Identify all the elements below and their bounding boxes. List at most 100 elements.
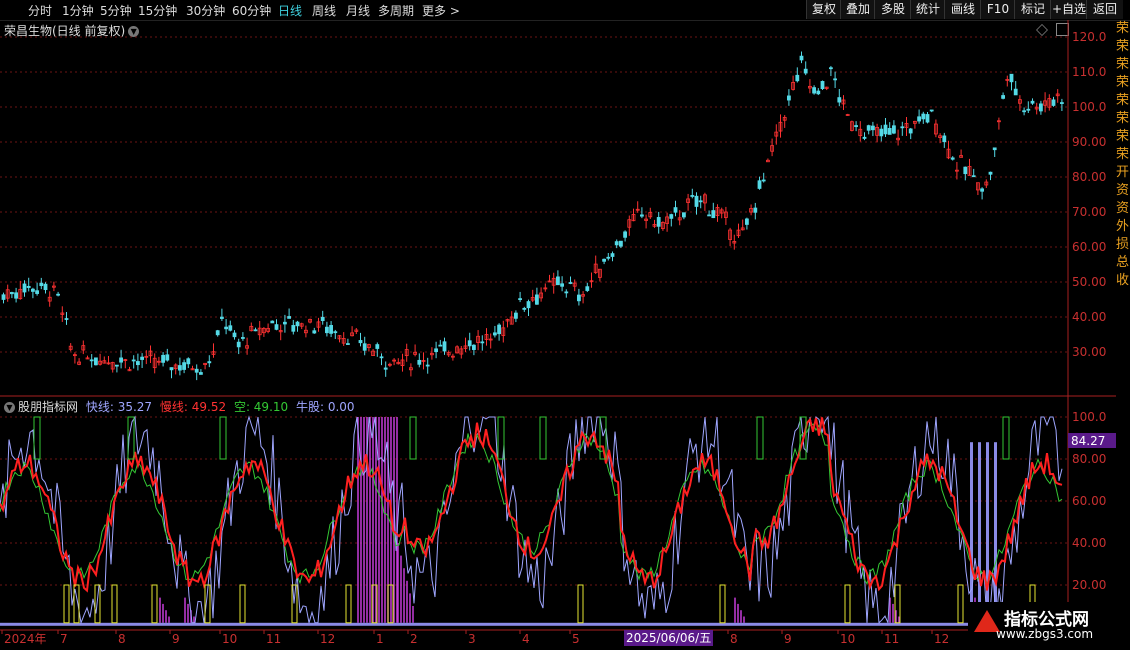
- price-tick-label: 40.00: [1072, 310, 1106, 324]
- candle-body: [698, 200, 703, 203]
- indicator-tick-label: 100.0: [1072, 410, 1106, 424]
- candle-body: [610, 253, 615, 257]
- candle-body: [921, 113, 926, 120]
- x-tick-label: 12: [934, 632, 949, 646]
- candle-body: [169, 367, 174, 371]
- candle-body: [963, 166, 968, 175]
- indicator-tick-label: 20.00: [1072, 578, 1106, 592]
- highlight-date: 2025/06/06/五: [624, 630, 714, 646]
- candle-body: [1022, 110, 1026, 113]
- x-tick-label: 9: [784, 632, 792, 646]
- price-tick-label: 30.00: [1072, 345, 1106, 359]
- candle-body: [1051, 99, 1056, 106]
- x-tick-label: 5: [572, 632, 580, 646]
- candle-body: [438, 344, 443, 347]
- signal-bar: [986, 442, 989, 623]
- indicator-header: ▼ 股朋指标网 快线: 35.27 慢线: 49.52 空: 49.10 牛股: …: [4, 398, 359, 415]
- candle-body: [497, 324, 502, 335]
- candle-body: [925, 114, 930, 123]
- candle-body: [799, 55, 804, 61]
- candle-body: [619, 240, 623, 247]
- candle-body: [992, 147, 997, 151]
- candle-body: [186, 358, 191, 365]
- price-tick-label: 120.0: [1072, 30, 1106, 44]
- candle-body: [535, 294, 539, 305]
- chevron-down-icon[interactable]: ▼: [4, 402, 15, 413]
- candle-body: [89, 359, 94, 362]
- top-signal: [219, 416, 227, 460]
- candle-body: [745, 218, 749, 225]
- top-signal: [756, 416, 764, 460]
- candle-body: [753, 207, 758, 213]
- candle-body: [887, 127, 892, 135]
- x-tick-label: 3: [468, 632, 476, 646]
- price-tick-label: 110.0: [1072, 65, 1106, 79]
- x-tick-label: 8: [118, 632, 126, 646]
- x-tick-label: 8: [730, 632, 738, 646]
- candle-body: [1030, 100, 1035, 104]
- price-tick-label: 70.00: [1072, 205, 1106, 219]
- candle-body: [467, 340, 472, 347]
- indicator-tick-label: 40.00: [1072, 536, 1106, 550]
- candle-body: [614, 241, 619, 246]
- indicator-value-tag-text: 84.27: [1071, 434, 1105, 448]
- candle-body: [270, 320, 275, 324]
- candle-body: [56, 293, 60, 296]
- candle-body: [606, 256, 611, 259]
- candle-body: [1060, 102, 1064, 104]
- candle-body: [795, 74, 800, 82]
- x-tick-label: 11: [266, 632, 281, 646]
- candle-body: [833, 78, 837, 81]
- candle-body: [119, 357, 123, 363]
- price-tick-label: 90.00: [1072, 135, 1106, 149]
- candle-body: [22, 283, 27, 293]
- candle-body: [711, 210, 716, 219]
- chart-area[interactable]: 120.0 110.0 100.0 90.00 80.00 70.00 60.00 50.00…: [0, 0, 1130, 650]
- candle-body: [564, 291, 569, 294]
- candle-body: [115, 364, 119, 367]
- candle-body: [871, 125, 875, 131]
- candle-body: [694, 195, 699, 207]
- bottom-signal: [63, 584, 70, 624]
- side-char: 荣: [1116, 111, 1130, 126]
- side-panel: 荣荣荣荣荣荣荣荣开资资外损总收: [1116, 20, 1130, 650]
- candle-body: [228, 325, 233, 331]
- price-tick-label: 60.00: [1072, 240, 1106, 254]
- candle-body: [787, 95, 791, 101]
- indicator-tick-label: 80.00: [1072, 452, 1106, 466]
- top-signal: [1002, 416, 1010, 460]
- candle-body: [324, 326, 329, 334]
- candle-body: [165, 354, 170, 361]
- candle-body: [980, 188, 984, 192]
- top-signal: [409, 416, 417, 460]
- candle-body: [207, 361, 212, 364]
- candle-body: [358, 340, 363, 344]
- candle-body: [295, 321, 300, 327]
- candle-body: [682, 212, 686, 218]
- candle-body: [522, 307, 527, 310]
- candle-body: [803, 68, 808, 74]
- candle-body: [253, 329, 258, 332]
- candle-body: [917, 116, 921, 122]
- candle-body: [568, 282, 573, 284]
- candle-body: [471, 344, 476, 350]
- candle-body: [820, 81, 825, 90]
- candle-body: [198, 372, 203, 375]
- candle-body: [707, 214, 711, 217]
- candle-body: [673, 207, 678, 213]
- price-tick-label: 80.00: [1072, 170, 1106, 184]
- candle-body: [585, 286, 590, 291]
- candle-body: [135, 361, 140, 366]
- candle-body: [39, 282, 44, 287]
- candle-body: [30, 288, 35, 292]
- bottom-signal: [957, 584, 964, 624]
- baseline-band: [0, 622, 1068, 626]
- indicator-name: 股朋指标网: [18, 400, 79, 414]
- candle-body: [480, 341, 485, 344]
- candle-body: [291, 325, 296, 332]
- candle-body: [333, 331, 338, 334]
- side-char: 总: [1116, 255, 1130, 270]
- fast-line: [0, 415, 1063, 625]
- candle-body: [988, 171, 993, 175]
- x-tick-label: 10: [840, 632, 855, 646]
